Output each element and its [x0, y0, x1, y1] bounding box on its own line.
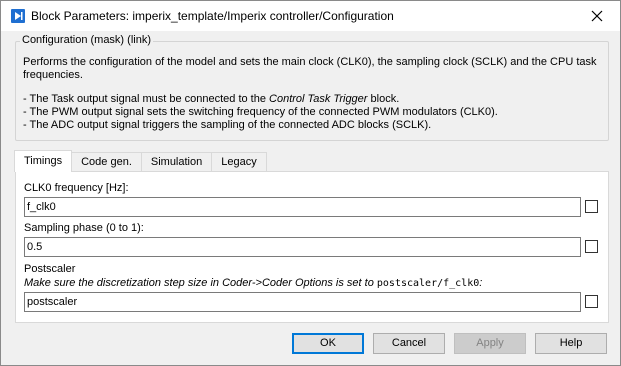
description-bullet: - The PWM output signal sets the switchi…	[23, 106, 498, 118]
mask-group-legend: Configuration (mask) (link)	[20, 34, 153, 46]
description-line: Performs the configuration of the model …	[23, 56, 597, 68]
window-title: Block Parameters: imperix_template/Imper…	[31, 9, 394, 23]
sampling-phase-field[interactable]: 0.5	[24, 237, 581, 257]
clk0-tunable-checkbox[interactable]	[585, 200, 598, 213]
block-parameters-dialog: Block Parameters: imperix_template/Imper…	[0, 0, 621, 366]
postscaler-tunable-checkbox[interactable]	[585, 295, 598, 308]
description-bullet: - The ADC output signal triggers the sam…	[23, 119, 432, 131]
ok-button[interactable]: OK	[292, 333, 364, 354]
postscaler-param: Postscaler Make sure the discretization …	[24, 262, 602, 313]
postscaler-field[interactable]: postscaler	[24, 292, 581, 312]
apply-button[interactable]: Apply	[454, 333, 526, 354]
sampling-phase-label: Sampling phase (0 to 1):	[24, 222, 144, 234]
description-bullet: - The Task output signal must be connect…	[23, 93, 400, 105]
tab-code-gen[interactable]: Code gen.	[71, 152, 142, 172]
timings-panel: CLK0 frequency [Hz]: f_clk0 Sampling pha…	[15, 171, 609, 323]
tab-simulation[interactable]: Simulation	[140, 152, 213, 172]
block-icon	[11, 9, 25, 23]
title-bar: Block Parameters: imperix_template/Imper…	[1, 1, 620, 31]
sampling-phase-param: Sampling phase (0 to 1): 0.5	[24, 221, 602, 258]
clk0-label: CLK0 frequency [Hz]:	[24, 182, 129, 194]
tab-legacy[interactable]: Legacy	[211, 152, 267, 172]
tab-timings[interactable]: Timings	[14, 150, 73, 172]
description-line: frequencies.	[23, 69, 83, 81]
clk0-param: CLK0 frequency [Hz]: f_clk0	[24, 181, 602, 218]
close-button[interactable]	[574, 1, 620, 31]
postscaler-label: Postscaler	[24, 263, 76, 275]
mask-description-group: Configuration (mask) (link) Performs the…	[15, 34, 609, 141]
mask-description: Performs the configuration of the model …	[23, 56, 603, 132]
close-icon	[591, 10, 603, 22]
sampling-phase-tunable-checkbox[interactable]	[585, 240, 598, 253]
cancel-button[interactable]: Cancel	[373, 333, 445, 354]
clk0-field[interactable]: f_clk0	[24, 197, 581, 217]
help-button[interactable]: Help	[535, 333, 607, 354]
postscaler-note: Make sure the discretization step size i…	[24, 277, 483, 289]
tab-strip: Timings Code gen. Simulation Legacy	[14, 150, 267, 172]
